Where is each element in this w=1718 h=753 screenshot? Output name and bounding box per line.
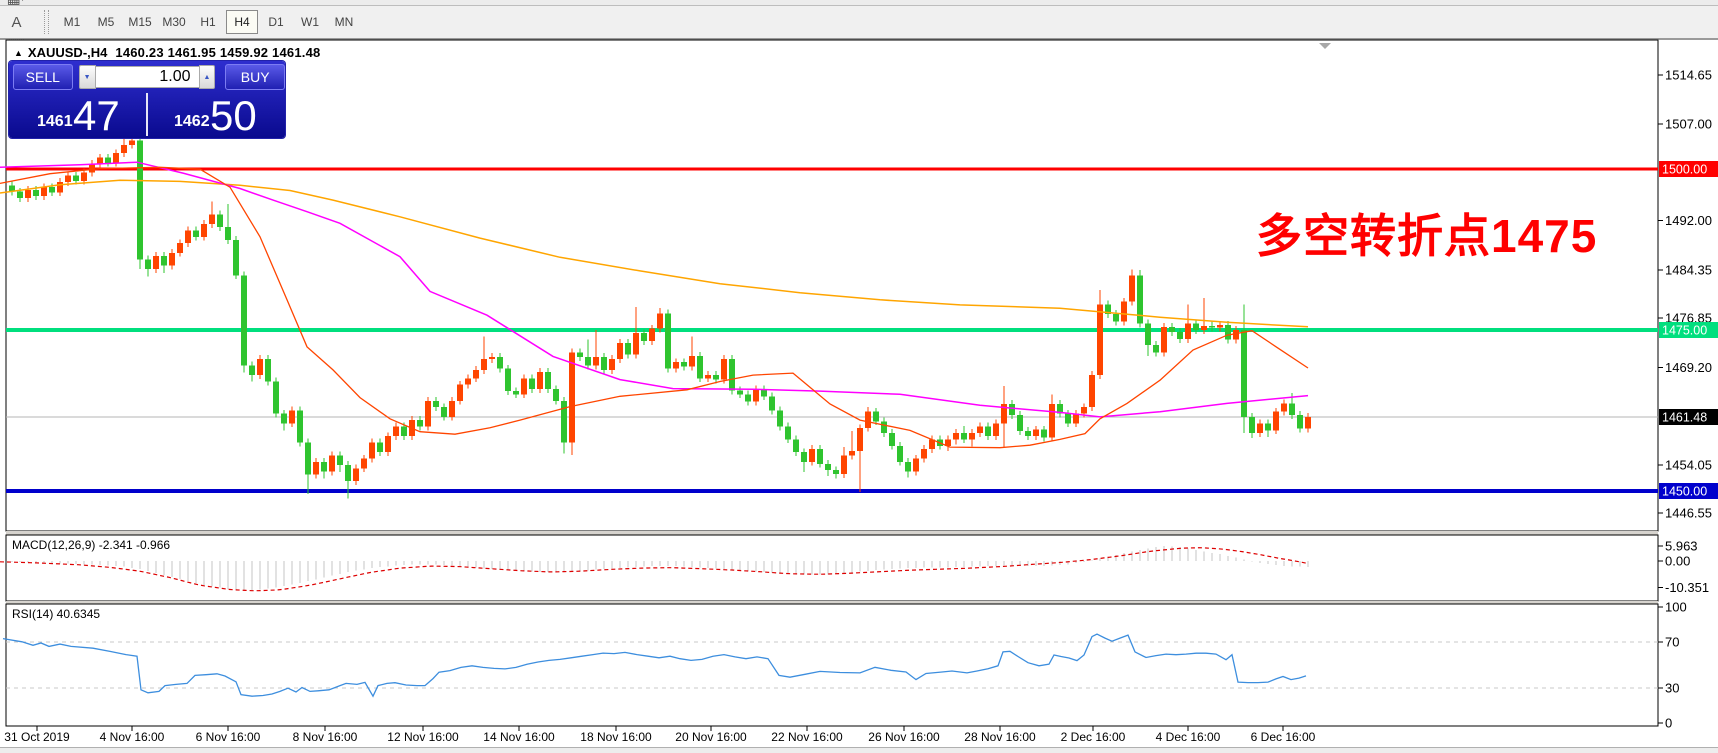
svg-text:30: 30: [1665, 681, 1679, 696]
svg-text:1446.55: 1446.55: [1665, 506, 1712, 521]
collapse-triangle-icon: ▲: [14, 48, 23, 58]
svg-text:12 Nov 16:00: 12 Nov 16:00: [387, 730, 459, 744]
svg-text:1484.35: 1484.35: [1665, 262, 1712, 277]
svg-text:18 Nov 16:00: 18 Nov 16:00: [580, 730, 652, 744]
svg-text:1469.20: 1469.20: [1665, 360, 1712, 375]
svg-text:4 Nov 16:00: 4 Nov 16:00: [100, 730, 165, 744]
svg-text:1454.05: 1454.05: [1665, 457, 1712, 472]
ohlc-low: 1459.92: [220, 45, 268, 60]
svg-text:31 Oct 2019: 31 Oct 2019: [4, 730, 70, 744]
buy-price-display[interactable]: 1462 50: [148, 91, 285, 138]
svg-text:6 Dec 16:00: 6 Dec 16:00: [1251, 730, 1316, 744]
svg-text:1507.00: 1507.00: [1665, 117, 1712, 132]
svg-text:1514.65: 1514.65: [1665, 68, 1712, 83]
svg-text:4 Dec 16:00: 4 Dec 16:00: [1156, 730, 1221, 744]
svg-text:-10.351: -10.351: [1665, 580, 1709, 595]
buy-button[interactable]: BUY: [225, 64, 285, 90]
symbol-label: XAUUSD-,H4: [28, 45, 107, 60]
svg-text:1492.00: 1492.00: [1665, 213, 1712, 228]
svg-text:1500.00: 1500.00: [1662, 163, 1707, 177]
trading-platform-window: { "toolbar": { "icon_buttons": [ {"name"…: [0, 0, 1718, 753]
svg-text:1461.48: 1461.48: [1662, 410, 1707, 424]
chart-title: ▲ XAUUSD-,H4 1460.23 1461.95 1459.92 1461.…: [14, 45, 320, 60]
one-click-trading-panel: SELL ▼ ▲ BUY 1461 47 1462 50: [9, 61, 285, 138]
volume-input[interactable]: [96, 66, 199, 88]
svg-text:100: 100: [1665, 600, 1687, 615]
sell-price-display[interactable]: 1461 47: [9, 91, 146, 138]
svg-text:0.00: 0.00: [1665, 554, 1690, 569]
svg-text:5.963: 5.963: [1665, 538, 1698, 553]
ohlc-high: 1461.95: [168, 45, 216, 60]
buy-price-pips: 50: [210, 95, 257, 137]
ohlc-open: 1460.23: [115, 45, 163, 60]
macd-label: MACD(12,26,9) -2.341 -0.966: [12, 538, 170, 552]
svg-text:14 Nov 16:00: 14 Nov 16:00: [483, 730, 555, 744]
svg-text:26 Nov 16:00: 26 Nov 16:00: [868, 730, 940, 744]
volume-increase-button[interactable]: ▲: [199, 65, 216, 89]
chart-text-annotation: 多空转折点1475: [1256, 200, 1636, 266]
ohlc-close: 1461.48: [272, 45, 320, 60]
sell-button[interactable]: SELL: [13, 64, 73, 90]
buy-price-main: 1462: [174, 113, 210, 131]
svg-text:22 Nov 16:00: 22 Nov 16:00: [771, 730, 843, 744]
svg-text:20 Nov 16:00: 20 Nov 16:00: [675, 730, 747, 744]
svg-text:6 Nov 16:00: 6 Nov 16:00: [196, 730, 261, 744]
sell-price-main: 1461: [37, 113, 73, 131]
svg-text:8 Nov 16:00: 8 Nov 16:00: [293, 730, 358, 744]
sell-price-pips: 47: [73, 95, 120, 137]
svg-text:1475.00: 1475.00: [1662, 324, 1707, 338]
volume-decrease-button[interactable]: ▼: [79, 65, 96, 89]
svg-text:28 Nov 16:00: 28 Nov 16:00: [964, 730, 1036, 744]
rsi-label: RSI(14) 40.6345: [12, 607, 100, 621]
svg-text:1450.00: 1450.00: [1662, 484, 1707, 498]
svg-text:70: 70: [1665, 634, 1679, 649]
svg-text:2 Dec 16:00: 2 Dec 16:00: [1061, 730, 1126, 744]
svg-text:0: 0: [1665, 716, 1672, 731]
